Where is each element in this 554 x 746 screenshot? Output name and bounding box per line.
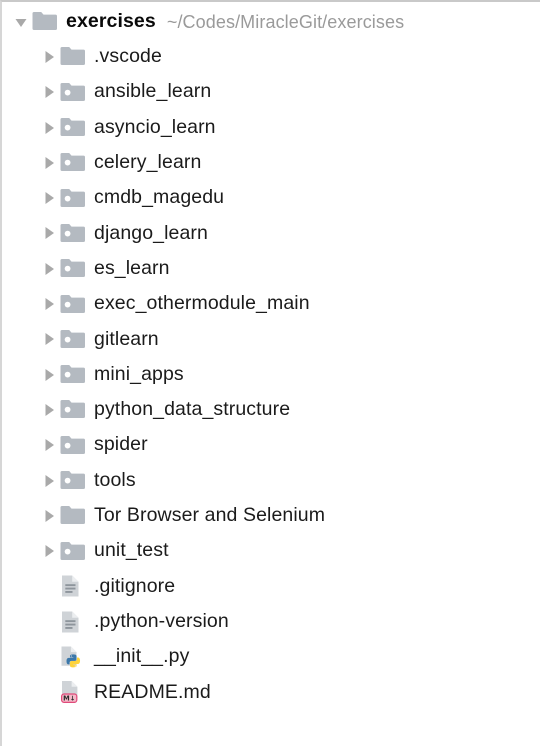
module-folder-icon [60, 327, 90, 351]
tree-row-label: python_data_structure [94, 398, 291, 421]
python-file-icon [60, 645, 90, 669]
tree-row-asyncio-learn[interactable]: asyncio_learn [2, 110, 540, 145]
tree-row-exec-othermodule-main[interactable]: exec_othermodule_main [2, 286, 540, 321]
text-file-icon [60, 574, 90, 598]
module-folder-icon [60, 186, 90, 210]
project-tool-window[interactable]: exercises ~/Codes/MiracleGit/exercises .… [0, 0, 540, 746]
tree-row-label: django_learn [94, 221, 208, 244]
module-folder-icon [60, 469, 90, 493]
tree-row-python-data-structure[interactable]: python_data_structure [2, 392, 540, 427]
tree-row-tor-browser-and-selenium[interactable]: Tor Browser and Selenium [2, 498, 540, 533]
triangle-right-icon[interactable] [38, 152, 60, 174]
root-folder-path: ~/Codes/MiracleGit/exercises [166, 11, 405, 32]
module-folder-icon [60, 398, 90, 422]
tree-row-readme-md[interactable]: M↓ README.md [2, 675, 540, 710]
twisty-placeholder [38, 575, 60, 597]
module-folder-icon [60, 116, 90, 140]
module-folder-icon [60, 257, 90, 281]
module-folder-icon [60, 80, 90, 104]
module-folder-icon [60, 363, 90, 387]
tree-row-label: .vscode [94, 45, 162, 68]
tree-row-cmdb-magedu[interactable]: cmdb_magedu [2, 180, 540, 215]
text-file-icon [60, 610, 90, 634]
project-file-tree[interactable]: exercises ~/Codes/MiracleGit/exercises .… [2, 2, 540, 710]
triangle-right-icon[interactable] [38, 222, 60, 244]
module-folder-icon [60, 433, 90, 457]
triangle-right-icon[interactable] [38, 81, 60, 103]
triangle-right-icon[interactable] [38, 470, 60, 492]
tree-row-label: mini_apps [94, 362, 184, 385]
triangle-right-icon[interactable] [38, 399, 60, 421]
triangle-right-icon[interactable] [38, 328, 60, 350]
folder-icon [60, 504, 90, 528]
tree-row-label: es_learn [94, 256, 170, 279]
tree-row-ansible-learn[interactable]: ansible_learn [2, 75, 540, 110]
tree-row-vscode[interactable]: .vscode [2, 39, 540, 74]
tree-row-root[interactable]: exercises ~/Codes/MiracleGit/exercises [2, 4, 540, 39]
folder-icon [60, 45, 90, 69]
triangle-right-icon[interactable] [38, 46, 60, 68]
twisty-placeholder [38, 611, 60, 633]
tree-row-label: exec_othermodule_main [94, 292, 310, 315]
folder-icon [32, 10, 62, 34]
root-folder-label: exercises [66, 9, 156, 32]
triangle-right-icon[interactable] [38, 364, 60, 386]
triangle-right-icon[interactable] [38, 505, 60, 527]
tree-row-tools[interactable]: tools [2, 463, 540, 498]
tree-row-label: tools [94, 468, 136, 491]
tree-row-spider[interactable]: spider [2, 428, 540, 463]
tree-row-celery-learn[interactable]: celery_learn [2, 145, 540, 180]
tree-row-label: gitlearn [94, 327, 159, 350]
tree-row-gitlearn[interactable]: gitlearn [2, 322, 540, 357]
tree-row-label: cmdb_magedu [94, 186, 225, 209]
tree-row-label: asyncio_learn [94, 115, 216, 138]
markdown-file-icon: M↓ [60, 680, 90, 704]
svg-text:M↓: M↓ [63, 695, 75, 703]
tree-row-label: spider [94, 433, 148, 456]
triangle-right-icon[interactable] [38, 434, 60, 456]
triangle-right-icon[interactable] [38, 187, 60, 209]
tree-row-label: .python-version [94, 609, 229, 632]
tree-row-es-learn[interactable]: es_learn [2, 251, 540, 286]
module-folder-icon [60, 151, 90, 175]
tree-row-label: celery_learn [94, 151, 202, 174]
tree-row-gitignore[interactable]: .gitignore [2, 569, 540, 604]
tree-row-python-version[interactable]: .python-version [2, 604, 540, 639]
module-folder-icon [60, 221, 90, 245]
tree-row-label: Tor Browser and Selenium [94, 504, 326, 527]
tree-row-unit-test[interactable]: unit_test [2, 533, 540, 568]
triangle-down-icon[interactable] [10, 11, 32, 33]
tree-row-label: __init__.py [94, 645, 190, 668]
tree-row-label: .gitignore [94, 574, 176, 597]
triangle-right-icon[interactable] [38, 117, 60, 139]
tree-children: .vscode ansible_learn asyncio_learn cele… [2, 39, 540, 710]
module-folder-icon [60, 292, 90, 316]
triangle-right-icon[interactable] [38, 258, 60, 280]
twisty-placeholder [38, 681, 60, 703]
module-folder-icon [60, 539, 90, 563]
tree-row-mini-apps[interactable]: mini_apps [2, 357, 540, 392]
tree-row-label: README.md [94, 680, 211, 703]
tree-row-django-learn[interactable]: django_learn [2, 216, 540, 251]
triangle-right-icon[interactable] [38, 540, 60, 562]
tree-row-label: unit_test [94, 539, 169, 562]
triangle-right-icon[interactable] [38, 293, 60, 315]
tree-row-init-py[interactable]: __init__.py [2, 639, 540, 674]
twisty-placeholder [38, 646, 60, 668]
tree-row-label: ansible_learn [94, 80, 212, 103]
